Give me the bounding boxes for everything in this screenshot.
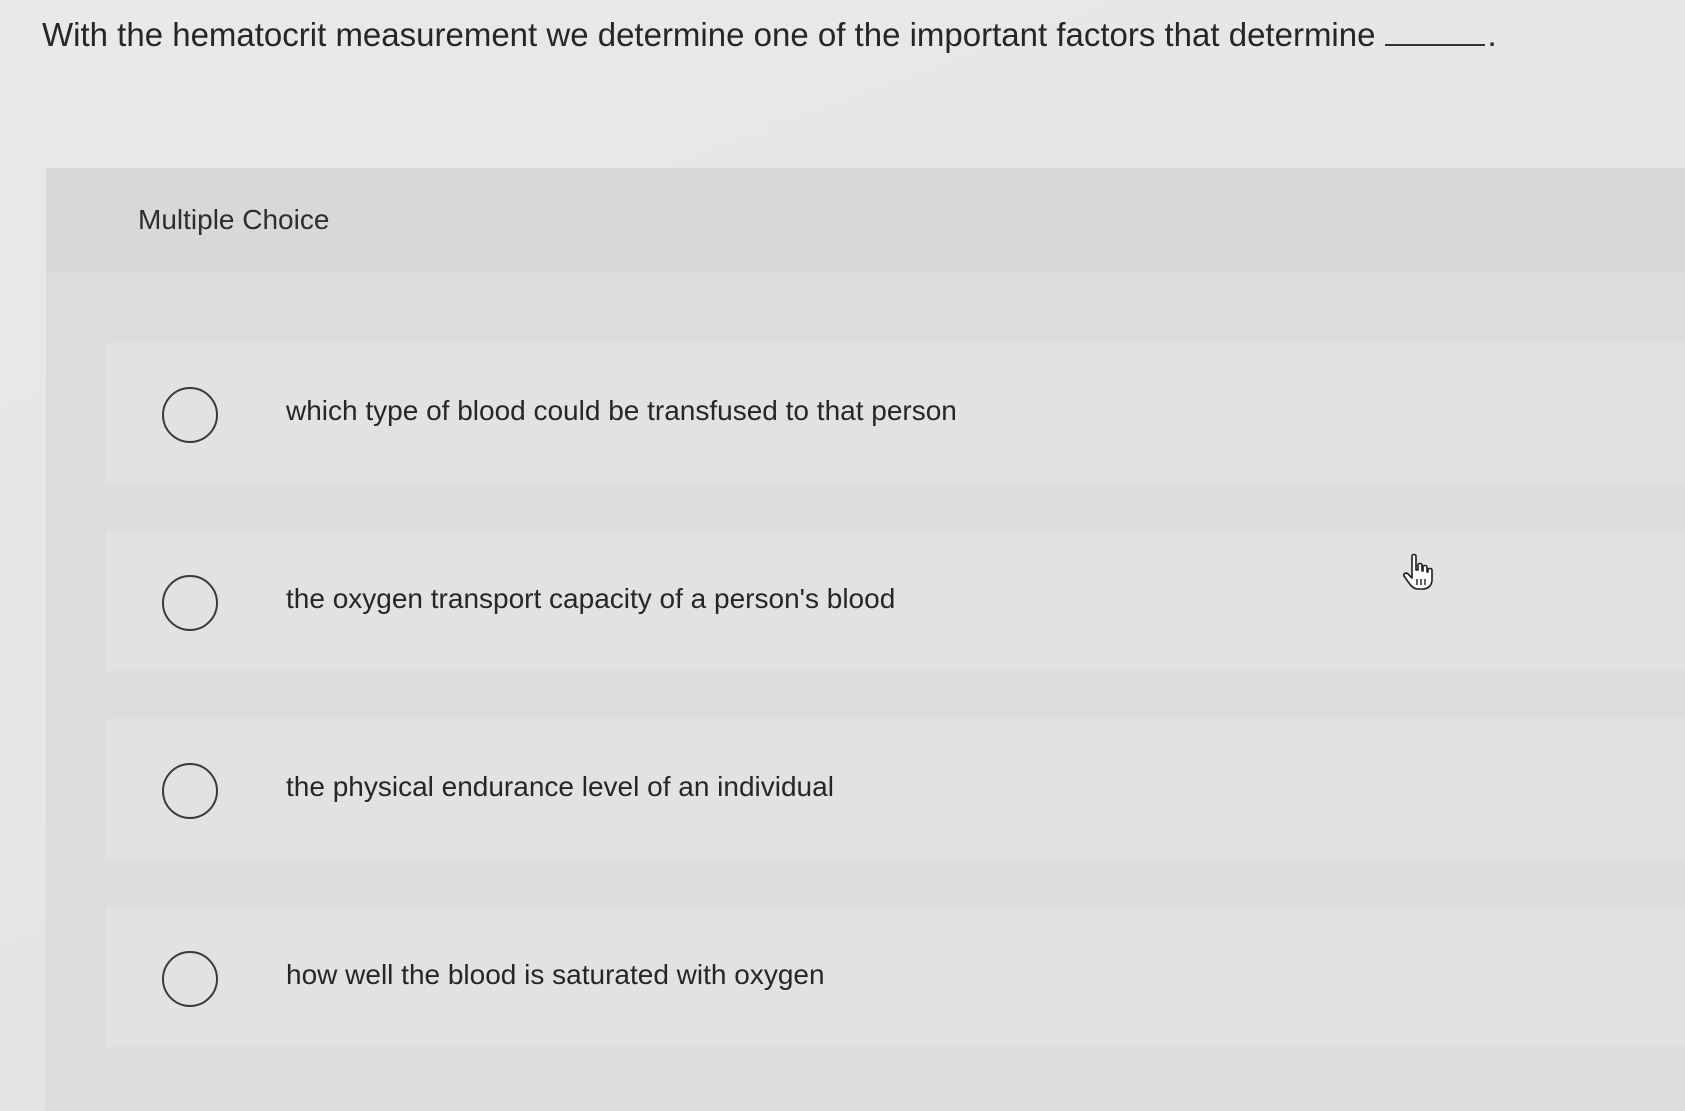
- radio-button-icon[interactable]: [162, 763, 218, 819]
- answer-option-3[interactable]: the physical endurance level of an indiv…: [106, 719, 1685, 859]
- answer-options-list: which type of blood could be transfused …: [106, 343, 1685, 1095]
- answer-option-label: which type of blood could be transfused …: [286, 395, 957, 426]
- answer-option-label: how well the blood is saturated with oxy…: [286, 959, 825, 990]
- hand-pointer-cursor-icon: [1403, 553, 1433, 590]
- question-end-punctuation: .: [1487, 16, 1497, 53]
- answer-option-label: the physical endurance level of an indiv…: [286, 771, 834, 802]
- page: With the hematocrit measurement we deter…: [0, 0, 1685, 1111]
- answer-blank: [1385, 44, 1486, 46]
- answer-option-2[interactable]: the oxygen transport capacity of a perso…: [106, 531, 1685, 671]
- question-text: With the hematocrit measurement we deter…: [42, 16, 1376, 53]
- question-prompt: With the hematocrit measurement we deter…: [42, 14, 1497, 56]
- question-type-label: Multiple Choice: [138, 204, 330, 235]
- answer-option-4[interactable]: how well the blood is saturated with oxy…: [106, 907, 1685, 1047]
- radio-button-icon[interactable]: [162, 575, 218, 631]
- panel-header: Multiple Choice: [46, 168, 1685, 273]
- radio-button-icon[interactable]: [162, 387, 218, 443]
- answer-option-1[interactable]: which type of blood could be transfused …: [106, 343, 1685, 483]
- answer-option-label: the oxygen transport capacity of a perso…: [286, 583, 896, 614]
- multiple-choice-panel: Multiple Choice which type of blood coul…: [46, 168, 1685, 1111]
- radio-button-icon[interactable]: [162, 951, 218, 1007]
